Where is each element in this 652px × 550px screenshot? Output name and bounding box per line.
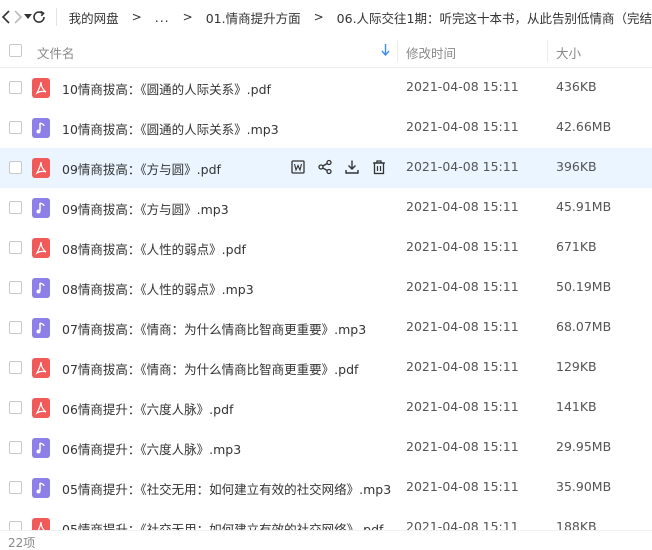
breadcrumb-separator: >: [313, 10, 324, 24]
file-modified: 2021-04-08 15:11: [406, 119, 519, 134]
file-name[interactable]: 10情商拔高：《圆通的人际关系》.pdf: [62, 79, 271, 98]
breadcrumb-separator: >: [182, 10, 193, 24]
file-size: 68.07MB: [556, 319, 612, 334]
open-with-icon[interactable]: [290, 159, 306, 175]
breadcrumb-current: 06.人际交往1期：听完这十本书，从此告别低情商（完结: [336, 10, 652, 26]
file-size: 396KB: [556, 159, 597, 174]
file-row[interactable]: 08情商拔高：《人性的弱点》.mp3 2021-04-08 15:11 50.19M…: [0, 268, 652, 308]
item-count: 22项: [8, 536, 36, 550]
share-icon[interactable]: [317, 159, 333, 175]
file-row[interactable]: 07情商拔高：《情商：为什么情商比智商更重要》.pdf 2021-04-08 15…: [0, 348, 652, 388]
history-dropdown-button[interactable]: [24, 6, 33, 28]
row-checkbox[interactable]: [9, 441, 22, 454]
row-checkbox[interactable]: [9, 241, 22, 254]
row-checkbox[interactable]: [9, 121, 22, 134]
file-modified: 2021-04-08 15:11: [406, 439, 519, 454]
row-checkbox[interactable]: [9, 401, 22, 414]
pdf-file-icon: [32, 358, 50, 378]
row-checkbox[interactable]: [9, 281, 22, 294]
file-row[interactable]: 06情商提升：《六度人脉》.pdf 2021-04-08 15:11 141KB: [0, 388, 652, 428]
audio-file-icon: [32, 318, 50, 338]
audio-file-icon: [32, 278, 50, 298]
file-row[interactable]: 09情商拔高：《方与圆》.pdf 2021-04-08 15:11 396KB: [0, 148, 652, 188]
breadcrumb-level1[interactable]: 01.情商提升方面: [206, 8, 301, 27]
file-list-header: 文件名 修改时间 大小: [0, 34, 652, 68]
file-modified: 2021-04-08 15:11: [406, 239, 519, 254]
file-modified: 2021-04-08 15:11: [406, 199, 519, 214]
file-modified: 2021-04-08 15:11: [406, 359, 519, 374]
pdf-file-icon: [32, 78, 50, 98]
caret-down-icon: [24, 14, 33, 19]
status-bar: 22项: [0, 530, 652, 550]
column-divider[interactable]: [397, 40, 398, 62]
file-row[interactable]: 10情商拔高：《圆通的人际关系》.pdf 2021-04-08 15:11 436K…: [0, 68, 652, 108]
column-header-size[interactable]: 大小: [556, 43, 581, 62]
file-size: 129KB: [556, 359, 597, 374]
sort-arrow-down-icon[interactable]: [381, 44, 390, 59]
pdf-file-icon: [32, 158, 50, 178]
file-name[interactable]: 06情商提升：《六度人脉》.mp3: [62, 439, 241, 458]
row-checkbox[interactable]: [9, 481, 22, 494]
file-list: 10情商拔高：《圆通的人际关系》.pdf 2021-04-08 15:11 436K…: [0, 68, 652, 548]
audio-file-icon: [32, 438, 50, 458]
pdf-file-icon: [32, 398, 50, 418]
file-name[interactable]: 09情商拔高：《方与圆》.pdf: [62, 159, 221, 178]
file-size: 436KB: [556, 79, 597, 94]
refresh-button[interactable]: [32, 6, 46, 28]
file-name[interactable]: 07情商拔高：《情商：为什么情商比智商更重要》.mp3: [62, 319, 366, 338]
row-actions: [290, 159, 387, 175]
column-header-name[interactable]: 文件名: [37, 43, 75, 62]
chevron-left-icon: [1, 10, 10, 24]
file-size: 29.95MB: [556, 439, 612, 454]
file-modified: 2021-04-08 15:11: [406, 79, 519, 94]
row-checkbox[interactable]: [9, 201, 22, 214]
file-modified: 2021-04-08 15:11: [406, 319, 519, 334]
file-row[interactable]: 07情商拔高：《情商：为什么情商比智商更重要》.mp3 2021-04-08 15…: [0, 308, 652, 348]
pdf-file-icon: [32, 238, 50, 258]
refresh-icon: [33, 10, 46, 23]
file-name[interactable]: 07情商拔高：《情商：为什么情商比智商更重要》.pdf: [62, 359, 358, 378]
file-modified: 2021-04-08 15:11: [406, 159, 519, 174]
file-size: 50.19MB: [556, 279, 612, 294]
column-header-modified[interactable]: 修改时间: [406, 43, 456, 62]
file-row[interactable]: 08情商拔高：《人性的弱点》.pdf 2021-04-08 15:11 671KB: [0, 228, 652, 268]
file-name[interactable]: 08情商拔高：《人性的弱点》.pdf: [62, 239, 246, 258]
row-checkbox[interactable]: [9, 81, 22, 94]
file-modified: 2021-04-08 15:11: [406, 479, 519, 494]
audio-file-icon: [32, 478, 50, 498]
breadcrumb-root[interactable]: 我的网盘: [69, 8, 119, 27]
navigation-bar: 我的网盘 > ... > 01.情商提升方面 > 06.人际交往1期：听完这十本…: [0, 0, 652, 34]
column-divider[interactable]: [547, 40, 548, 62]
delete-icon[interactable]: [371, 159, 387, 175]
back-button[interactable]: [1, 6, 11, 28]
audio-file-icon: [32, 118, 50, 138]
file-row[interactable]: 09情商拔高：《方与圆》.mp3 2021-04-08 15:11 45.91MB: [0, 188, 652, 228]
file-name[interactable]: 08情商拔高：《人性的弱点》.mp3: [62, 279, 254, 298]
row-checkbox[interactable]: [9, 321, 22, 334]
file-name[interactable]: 09情商拔高：《方与圆》.mp3: [62, 199, 229, 218]
file-size: 45.91MB: [556, 199, 612, 214]
file-name[interactable]: 05情商提升：《社交无用：如何建立有效的社交网络》.mp3: [62, 479, 391, 498]
file-row[interactable]: 06情商提升：《六度人脉》.mp3 2021-04-08 15:11 29.95MB: [0, 428, 652, 468]
breadcrumb-ellipsis[interactable]: ...: [155, 10, 170, 25]
file-size: 35.90MB: [556, 479, 612, 494]
file-modified: 2021-04-08 15:11: [406, 399, 519, 414]
file-modified: 2021-04-08 15:11: [406, 279, 519, 294]
file-size: 671KB: [556, 239, 597, 254]
breadcrumb: 我的网盘 > ... > 01.情商提升方面 > 06.人际交往1期：听完这十本…: [69, 8, 652, 27]
file-row[interactable]: 05情商提升：《社交无用：如何建立有效的社交网络》.mp3 2021-04-08 …: [0, 468, 652, 508]
file-row[interactable]: 10情商拔高：《圆通的人际关系》.mp3 2021-04-08 15:11 42.6…: [0, 108, 652, 148]
audio-file-icon: [32, 198, 50, 218]
row-checkbox[interactable]: [9, 161, 22, 174]
select-all-checkbox[interactable]: [9, 44, 22, 57]
forward-button[interactable]: [13, 6, 23, 28]
breadcrumb-separator: >: [131, 10, 142, 24]
download-icon[interactable]: [344, 159, 360, 175]
row-checkbox[interactable]: [9, 361, 22, 374]
chevron-right-icon: [14, 10, 23, 24]
file-size: 42.66MB: [556, 119, 612, 134]
file-name[interactable]: 06情商提升：《六度人脉》.pdf: [62, 399, 233, 418]
file-name[interactable]: 10情商拔高：《圆通的人际关系》.mp3: [62, 119, 279, 138]
file-size: 141KB: [556, 399, 597, 414]
